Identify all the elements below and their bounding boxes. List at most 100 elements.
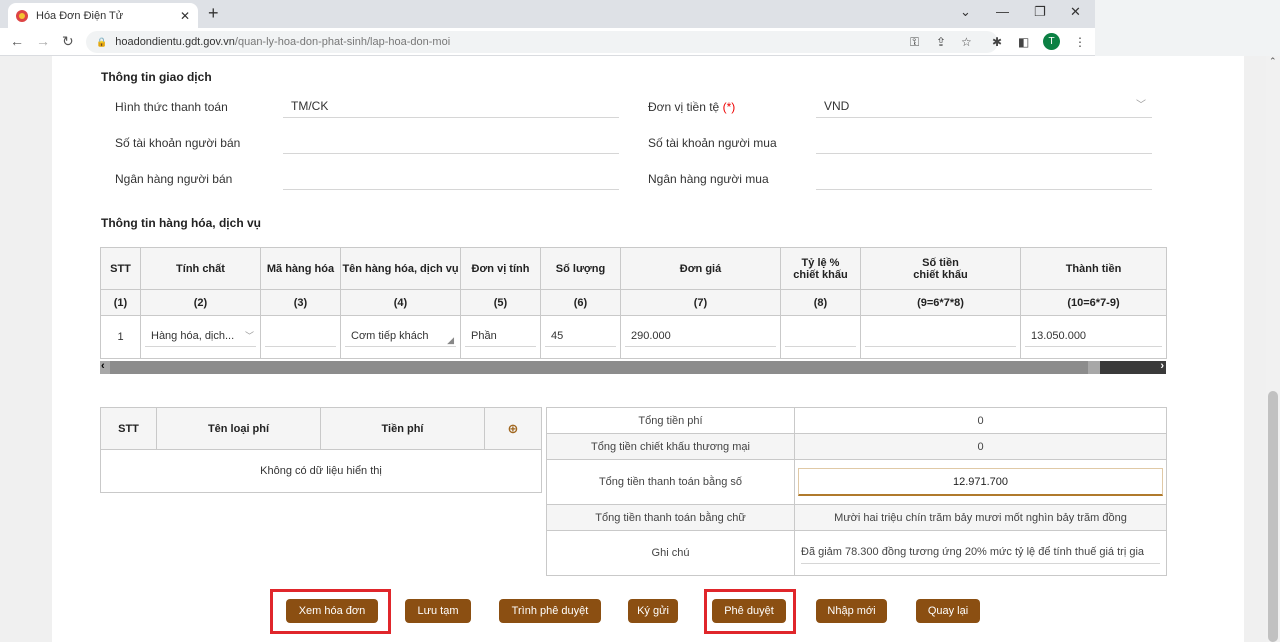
forward-arrow-icon[interactable]: →: [36, 33, 50, 49]
tab-search-chevron-icon[interactable]: ⌄: [960, 4, 971, 20]
index-cell: (1): [100, 289, 141, 316]
trade-discount-label: Tổng tiền chiết khấu thương mại: [546, 433, 795, 460]
restore-icon[interactable]: ❐: [1034, 4, 1046, 20]
payment-method-input[interactable]: TM/CK: [283, 98, 619, 118]
goods-section-title: Thông tin hàng hóa, dịch vụ: [101, 216, 261, 230]
tinh-chat-select[interactable]: Hàng hóa, dịch... ﹀: [140, 315, 261, 359]
index-cell: (3): [260, 289, 341, 316]
col-so-tien-chiet-khau: Số tiền chiết khấu: [860, 247, 1021, 290]
index-cell: (2): [140, 289, 261, 316]
extensions-icon[interactable]: ✱: [992, 35, 1002, 49]
add-circle-icon: ⊕: [507, 420, 519, 436]
note-input[interactable]: Đã giảm 78.300 đồng tương ứng 20% mức tỷ…: [801, 542, 1160, 564]
col-ma-hang: Mã hàng hóa: [260, 247, 341, 290]
share-icon[interactable]: ⇪: [936, 35, 946, 49]
save-draft-button[interactable]: Lưu tạm: [405, 599, 471, 623]
tab-close-icon[interactable]: ✕: [180, 9, 190, 23]
ten-hang-textarea[interactable]: Cơm tiếp khách ◢: [340, 315, 461, 359]
scroll-right-icon[interactable]: ›: [1160, 360, 1164, 372]
scrollbar-thumb[interactable]: [110, 361, 1088, 374]
pay-number-label: Tổng tiền thanh toán bằng số: [546, 459, 795, 505]
index-cell: (8): [780, 289, 861, 316]
required-marker: (*): [722, 100, 736, 114]
chevron-down-icon: ﹀: [244, 331, 254, 341]
scroll-left-icon[interactable]: ‹: [101, 360, 105, 372]
browser-tab[interactable]: Hóa Đơn Điện Tử ✕: [8, 3, 198, 28]
scroll-up-icon[interactable]: ⌃: [1269, 56, 1277, 67]
col-thanh-tien: Thành tiền: [1020, 247, 1167, 290]
lock-icon: 🔒: [96, 36, 108, 47]
col-don-gia: Đơn giá: [620, 247, 781, 290]
address-bar: ← → ↻ 🔒 hoadondientu.gdt.gov.vn/quan-ly-…: [0, 28, 1095, 56]
so-luong-input[interactable]: 45: [540, 315, 621, 359]
tab-title: Hóa Đơn Điện Tử: [36, 9, 124, 22]
reload-icon[interactable]: ↻: [62, 33, 74, 50]
profile-avatar[interactable]: T: [1043, 33, 1060, 50]
thanh-tien-input[interactable]: 13.050.000: [1020, 315, 1167, 359]
total-fee-value: 0: [794, 407, 1167, 434]
totals-table: Tổng tiền phí 0 Tổng tiền chiết khấu thư…: [546, 407, 1167, 576]
col-don-vi-tinh: Đơn vị tính: [460, 247, 541, 290]
url-field[interactable]: 🔒 hoadondientu.gdt.gov.vn/quan-ly-hoa-do…: [86, 31, 998, 53]
table-row: 1 Hàng hóa, dịch... ﹀ Cơm tiếp khách ◢ Phầ…: [100, 315, 1167, 359]
index-cell: (9=6*7*8): [860, 289, 1021, 316]
buyer-bank-input[interactable]: [816, 170, 1152, 190]
col-tinh-chat: Tính chất: [140, 247, 261, 290]
sign-send-button[interactable]: Ký gửi: [628, 599, 678, 623]
new-entry-button[interactable]: Nhập mới: [816, 599, 887, 623]
pay-number-input[interactable]: 12.971.700: [798, 468, 1163, 496]
ty-le-chiet-khau-input[interactable]: [780, 315, 861, 359]
so-tien-chiet-khau-input[interactable]: [860, 315, 1021, 359]
empty-message: Không có dữ liệu hiển thị: [100, 449, 542, 493]
currency-select[interactable]: VND ﹀: [816, 98, 1152, 118]
bookmark-star-icon[interactable]: ☆: [961, 35, 972, 49]
row-stt: 1: [100, 315, 141, 359]
scrollbar-thumb[interactable]: [1268, 391, 1278, 642]
goods-table: STT Tính chất Mã hàng hóa Tên hàng hóa, …: [100, 247, 1167, 359]
goods-horizontal-scrollbar[interactable]: ‹ ›: [100, 360, 1166, 374]
fees-header-row: STT Tên loại phí Tiền phí ⊕: [100, 407, 542, 450]
table-row: Tổng tiền phí 0: [546, 407, 1167, 434]
approve-button[interactable]: Phê duyệt: [712, 599, 786, 623]
buyer-account-input[interactable]: [816, 134, 1152, 154]
page-viewport: Thông tin giao dịch Hình thức thanh toán…: [0, 56, 1266, 642]
back-arrow-icon[interactable]: ←: [10, 33, 24, 49]
currency-label: Đơn vị tiền tệ (*): [648, 100, 736, 114]
seller-bank-label: Ngân hàng người bán: [115, 172, 233, 186]
index-cell: (4): [340, 289, 461, 316]
url-text: hoadondientu.gdt.gov.vn/quan-ly-hoa-don-…: [115, 36, 451, 48]
fee-col-name: Tên loại phí: [156, 407, 321, 450]
seller-bank-input[interactable]: [283, 170, 619, 190]
scrollbar-track-end[interactable]: [1100, 361, 1166, 374]
trade-discount-value: 0: [794, 433, 1167, 460]
minimize-icon[interactable]: —: [996, 4, 1009, 19]
new-tab-plus-icon[interactable]: +: [208, 3, 219, 23]
ma-hang-input[interactable]: [260, 315, 341, 359]
chevron-down-icon: ﹀: [1136, 100, 1146, 111]
buyer-bank-label: Ngân hàng người mua: [648, 172, 769, 186]
total-fee-label: Tổng tiền phí: [546, 407, 795, 434]
pay-words-label: Tổng tiền thanh toán bằng chữ: [546, 504, 795, 531]
payment-method-label: Hình thức thanh toán: [115, 100, 228, 114]
menu-kebab-icon[interactable]: ⋮: [1074, 35, 1086, 49]
index-cell: (5): [460, 289, 541, 316]
index-cell: (10=6*7-9): [1020, 289, 1167, 316]
key-icon[interactable]: ⚿: [910, 35, 919, 50]
submit-approval-button[interactable]: Trình phê duyệt: [499, 599, 601, 623]
add-fee-button[interactable]: ⊕: [484, 407, 542, 450]
seller-account-input[interactable]: [283, 134, 619, 154]
don-gia-input[interactable]: 290.000: [620, 315, 781, 359]
index-cell: (7): [620, 289, 781, 316]
view-invoice-button[interactable]: Xem hóa đơn: [286, 599, 378, 623]
page-vertical-scrollbar[interactable]: ⌃: [1266, 56, 1280, 642]
side-panel-icon[interactable]: ◧: [1018, 35, 1029, 49]
seller-account-label: Số tài khoản người bán: [115, 136, 241, 150]
fees-empty-row: Không có dữ liệu hiển thị: [100, 449, 542, 493]
col-so-luong: Số lượng: [540, 247, 621, 290]
back-button[interactable]: Quay lại: [916, 599, 980, 623]
resize-handle-icon[interactable]: ◢: [447, 331, 454, 346]
pay-number-cell: 12.971.700: [794, 459, 1167, 505]
table-row: Tổng tiền thanh toán bằng chữ Mười hai t…: [546, 504, 1167, 531]
don-vi-tinh-input[interactable]: Phần: [460, 315, 541, 359]
window-close-icon[interactable]: ✕: [1070, 4, 1081, 20]
